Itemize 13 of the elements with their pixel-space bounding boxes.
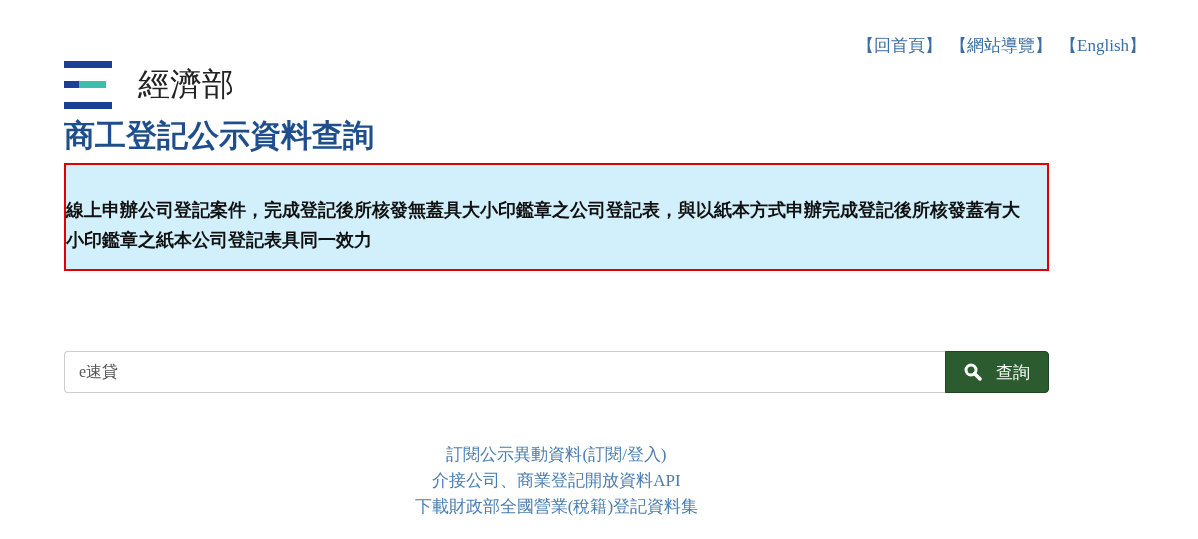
nav-link[interactable]: 【網站導覽】 — [950, 34, 1053, 57]
footer-link[interactable]: 訂閱公示異動資料(訂閱/登入) — [446, 443, 667, 467]
notice-text: 線上申辦公司登記案件，完成登記後所核發無蓋具大小印鑑章之公司登記表，與以紙本方式申辦完成登記後所核發蓋有大小印鑑章之紙本公司登記表具同一效力 — [66, 199, 1021, 252]
page-title: 商工登記公示資料查詢 — [64, 117, 375, 155]
nav-link[interactable]: 【English】 — [1060, 34, 1146, 57]
search-icon — [964, 363, 982, 381]
search-field[interactable]: e速貸 — [64, 351, 945, 393]
footer-link[interactable]: 介接公司、商業登記開放資料API — [432, 469, 681, 493]
logo-text: 經濟部 — [138, 64, 234, 105]
footer-link[interactable]: 下載財政部全國營業(稅籍)登記資料集 — [414, 495, 699, 519]
logo-icon — [64, 61, 112, 109]
nav-link[interactable]: 【回首頁】 — [857, 34, 943, 57]
search-button[interactable]: 查詢 — [945, 351, 1049, 393]
